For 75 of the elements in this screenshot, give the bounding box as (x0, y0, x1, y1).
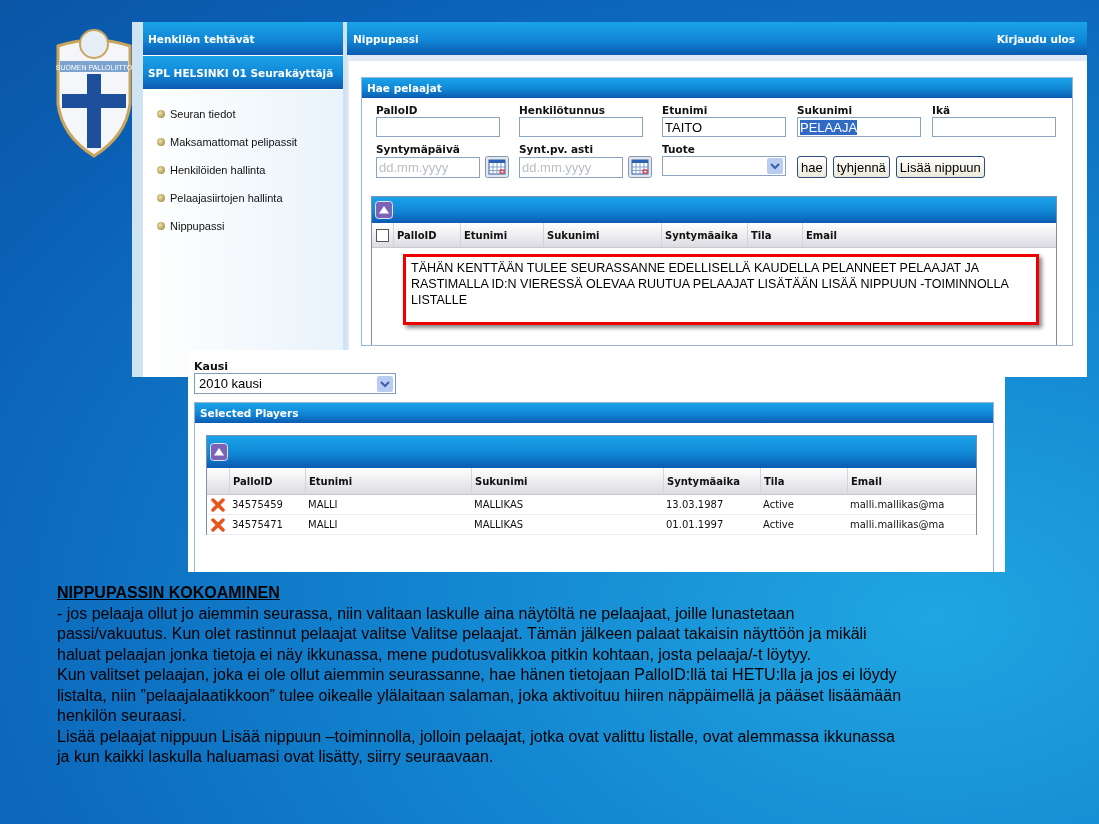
logout-link[interactable]: Kirjaudu ulos (996, 32, 1075, 45)
sidebar-link[interactable]: Maksamattomat pelipassit (170, 136, 298, 148)
user-role-header: SPL HELSINKI 01 Seurakäyttäjä (143, 56, 343, 90)
table-cell-text: MALLI (307, 519, 339, 530)
table-cell-text: 01.01.1997 (665, 519, 725, 530)
bullet-icon (157, 194, 165, 202)
text-field[interactable] (376, 117, 500, 137)
table-cell-text: MALLIKAS (473, 519, 525, 530)
column-header[interactable]: Sukunimi (471, 468, 663, 494)
field-label: Henkilötunnus (519, 104, 606, 117)
column-header[interactable]: Email (847, 468, 976, 494)
calendar-icon[interactable] (628, 156, 652, 178)
field-label: Etunimi (662, 104, 709, 117)
season-dropdown[interactable]: 2010 kausi (194, 373, 396, 394)
column-header[interactable]: PalloID (229, 468, 305, 494)
field-label: Ikä (932, 104, 951, 117)
instructions-heading: NIPPUPASSIN KOKOAMINEN (57, 583, 280, 603)
form-button[interactable]: Lisää nippuun (895, 156, 985, 178)
bullet-icon (157, 110, 165, 118)
sidebar-title: Henkilön tehtävät (143, 22, 343, 56)
form-button[interactable]: hae (797, 156, 827, 178)
table-cell-text: 34575459 (231, 499, 284, 510)
remove-icon[interactable] (211, 517, 225, 532)
instructions-paragraph: Lisää pelaajat nippuun Lisää nippuun –toiminnolla, jolloin pelaajat, jotka ovat valittu listalle, ovat alemmassa ikkunassa ja kun kaikki laskulla haluamasi ovat lisätty, siirry seuraavaan. (57, 726, 896, 767)
column-header[interactable]: Etunimi (305, 468, 471, 494)
sidebar-link[interactable]: Seuran tiedot (170, 108, 236, 120)
field-label: Tuote (662, 143, 696, 156)
table-cell-text: 34575471 (231, 519, 284, 530)
chevron-icon (767, 158, 783, 174)
table-cell-text: MALLIKAS (473, 499, 525, 510)
date-field[interactable]: dd.mm.yyyy (519, 156, 623, 178)
column-header[interactable]: Sukunimi (543, 223, 661, 247)
calendar-icon[interactable] (485, 156, 509, 178)
column-header[interactable]: Email (802, 223, 1056, 247)
select-all-checkbox[interactable] (376, 228, 389, 242)
sidebar-link[interactable]: Henkilöiden hallinta (170, 164, 266, 176)
column-header[interactable]: PalloID (393, 223, 460, 247)
text-field[interactable] (932, 117, 1056, 137)
bullet-icon (157, 138, 165, 146)
instructions-paragraph: Kun valitset pelaajan, joka ei ole ollut aiemmin seurassanne, hae hänen tietojaan PalloID:llä tai HETU:lla ja jos ei löydy listalta, niin ”pelaajalaatikkoon” tulee oikealle ylälaitaan salaman, joka aktivoituu hiiren näppäimellä ja pääset lisäämään henkilön seuraasi. (57, 665, 903, 726)
field-label: Sukunimi (797, 104, 854, 117)
column-header[interactable]: Etunimi (460, 223, 543, 247)
date-field[interactable]: dd.mm.yyyy (376, 156, 480, 178)
table-cell-text: Active (762, 499, 795, 510)
column-header[interactable]: Tila (760, 468, 847, 494)
column-header[interactable]: Syntymäaika (663, 468, 760, 494)
field-label: Synt.pv. asti (519, 143, 594, 156)
text-field[interactable]: PELAAJA (797, 117, 921, 137)
collapse-icon[interactable] (375, 201, 393, 219)
bullet-icon (157, 166, 165, 174)
text-field[interactable] (519, 117, 643, 137)
table-cell-text: MALLI (307, 499, 339, 510)
sidebar-link[interactable]: Nippupassi (170, 220, 225, 232)
text-field[interactable]: TAITO (662, 117, 786, 137)
sidebar-link[interactable]: Pelaajasiirtojen hallinta (170, 192, 283, 204)
table-cell-text: Active (762, 519, 795, 530)
chevron-icon (377, 375, 393, 392)
callout-note: TÄHÄN KENTTÄÄN TULEE SEURASSANNE EDELLISELLÄ KAUDELLA PELANNEET PELAAJAT JA RASTIMALLA ID:N VIERESSÄ OLEVAA RUUTUA PELAAJAT LISÄTÄÄN LISÄÄ NIPPUUN -TOIMINNOLLA LISTALLE (403, 254, 1039, 325)
panel-header: Hae pelaajat (362, 78, 1072, 98)
field-label: Syntymäpäivä (376, 143, 461, 156)
field-label: PalloID (376, 104, 419, 117)
remove-icon[interactable] (211, 497, 225, 512)
form-button[interactable]: tyhjennä (832, 156, 890, 178)
bullet-icon (157, 222, 165, 230)
collapse-icon[interactable] (210, 443, 228, 461)
product-dropdown[interactable] (662, 156, 786, 176)
panel-header: Selected Players (195, 403, 993, 423)
table-cell-text: malli.mallikas@ma (849, 499, 946, 510)
season-label: Kausi (194, 360, 230, 373)
column-header[interactable]: Tila (747, 223, 802, 247)
table-cell-text: malli.mallikas@ma (849, 519, 946, 530)
page-title: Nippupassi (353, 32, 419, 45)
instructions-paragraph: - jos pelaaja ollut jo aiemmin seurassa, niin valitaan laskulle aina näytöltä ne pelaajaat, joille lunastetaan passi/vakuutus. Kun olet rastinnut pelaajat valitse Valitse pelaajat. Tämän jälkeen palaat takaisin näyttöön ja mikäli haluat pelaajan jonka tietoja ei näy ikkunassa, mene pudotusvalikkoa pitkin kohtaan, josta pelaaja/-t löytyy. (57, 603, 868, 665)
table-cell-text: 13.03.1987 (665, 499, 725, 510)
column-header[interactable]: Syntymäaika (661, 223, 747, 247)
